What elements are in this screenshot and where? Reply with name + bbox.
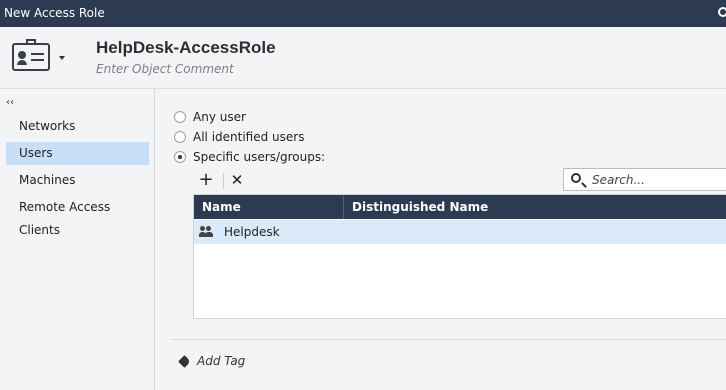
users-panel: Any user All identified users Specific u… [156, 89, 726, 390]
table-row[interactable]: Helpdesk [194, 220, 726, 244]
window-control-icon[interactable] [718, 7, 726, 17]
radio-specific-users-groups[interactable]: Specific users/groups: [174, 149, 325, 165]
add-tag-button[interactable]: Add Tag [178, 353, 246, 369]
radio-button[interactable] [174, 131, 186, 143]
remove-icon[interactable]: ✕ [228, 171, 246, 189]
search-box[interactable] [563, 168, 726, 191]
radio-label: Any user [193, 110, 246, 124]
add-tag-label: Add Tag [197, 354, 246, 368]
table-header: Name Distinguished Name [194, 195, 726, 219]
sidebar-item-users[interactable]: Users [6, 142, 149, 165]
tag-icon [178, 354, 191, 368]
section-divider [172, 339, 726, 340]
column-header-name[interactable]: Name [194, 195, 344, 219]
search-icon [571, 173, 581, 183]
toolbar-divider [223, 173, 224, 189]
row-name-cell: Helpdesk [224, 225, 280, 239]
sidebar-item-remote-access-clients[interactable]: Remote Access Clients [6, 196, 149, 237]
sidebar-item-networks[interactable]: Networks [6, 115, 149, 138]
title-bar: New Access Role [0, 0, 726, 27]
radio-button[interactable] [174, 151, 186, 163]
column-header-distinguished-name[interactable]: Distinguished Name [344, 195, 726, 219]
radio-label: All identified users [193, 130, 305, 144]
sidebar: ‹‹ Networks Users Machines Remote Access… [0, 89, 155, 390]
access-role-icon[interactable] [12, 39, 50, 71]
radio-all-identified-users[interactable]: All identified users [174, 129, 304, 145]
user-group-icon [199, 226, 216, 238]
object-header: HelpDesk-AccessRole Enter Object Comment [0, 27, 726, 89]
sidebar-item-machines[interactable]: Machines [6, 169, 149, 192]
radio-label: Specific users/groups: [193, 150, 326, 164]
object-comment-field[interactable]: Enter Object Comment [96, 62, 234, 76]
radio-button[interactable] [174, 111, 186, 123]
users-table: Name Distinguished Name Helpdesk [193, 194, 726, 319]
add-icon[interactable]: + [197, 171, 215, 189]
search-input[interactable] [592, 171, 726, 188]
icon-dropdown-caret-icon[interactable] [59, 56, 65, 60]
object-name[interactable]: HelpDesk-AccessRole [96, 38, 276, 58]
collapse-sidebar-icon[interactable]: ‹‹ [6, 97, 14, 108]
window-title: New Access Role [4, 6, 105, 20]
radio-any-user[interactable]: Any user [174, 109, 246, 125]
